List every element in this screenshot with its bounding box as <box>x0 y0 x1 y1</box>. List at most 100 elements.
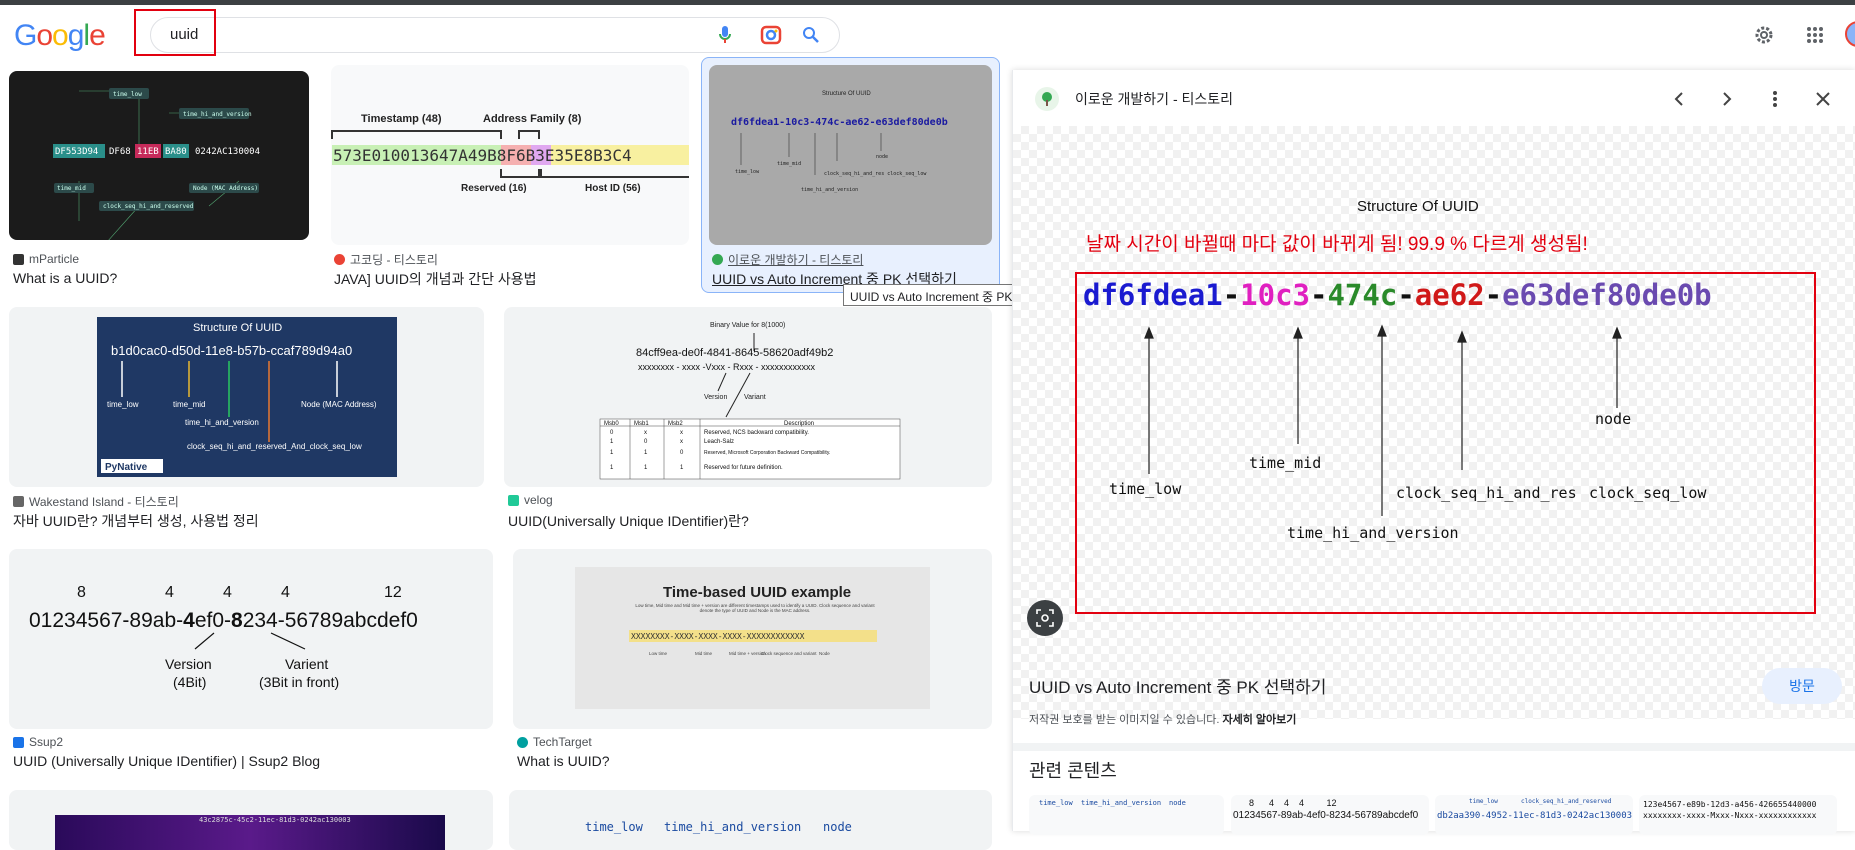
chevron-right-icon[interactable] <box>1715 87 1739 111</box>
related-heading: 관련 콘텐츠 <box>1029 761 1117 781</box>
label-clock-seq-low: clock_seq_low <box>1589 484 1707 502</box>
google-logo[interactable]: Google <box>14 19 106 53</box>
result-source-1[interactable]: mParticle <box>13 252 79 266</box>
result-source-3-text: 이로운 개발하기 - 티스토리 <box>728 253 864 267</box>
visit-button[interactable]: 방문 <box>1762 668 1842 704</box>
rel1-label-1: time_low <box>1039 799 1073 807</box>
result-thumb-6[interactable]: 8 4 4 4 12 01234567-89ab-4ef0-8234-56789… <box>9 549 493 729</box>
r6-uuid-d: 8 <box>231 609 243 632</box>
related-thumb-2[interactable]: 8 4 4 4 12 01234567-89ab-4ef0-8234-56789… <box>1231 795 1429 835</box>
result-title-4[interactable]: 자바 UUID란? 개념부터 생성, 사용법 정리 <box>13 511 259 531</box>
r6-uuid-c: ef0- <box>195 609 231 632</box>
lens-search-icon[interactable] <box>1027 600 1063 636</box>
r6-num-3: 4 <box>223 584 232 601</box>
learn-more-link[interactable]: 자세히 알아보기 <box>1222 714 1296 726</box>
wakestand-favicon <box>13 496 24 507</box>
result-source-6[interactable]: Ssup2 <box>13 735 63 749</box>
result-source-2-text: 고코딩 - 티스토리 <box>350 253 438 267</box>
result-thumb-2[interactable]: Timestamp (48) Address Family (8) 573E01… <box>331 65 689 245</box>
related-thumb-3[interactable]: time_low clock_seq_hi_and_reserved db2aa… <box>1435 795 1633 835</box>
tree-icon <box>1035 87 1059 111</box>
close-icon[interactable] <box>1811 87 1835 111</box>
r2-bottom-1: Reserved (16) <box>461 183 527 194</box>
preview-image[interactable]: Structure Of UUID 날짜 시간이 바뀔때 마다 값이 바뀌게 됨… <box>1013 126 1855 719</box>
result-source-7[interactable]: TechTarget <box>517 735 592 749</box>
result-thumb-8[interactable]: 43c2875c-45c2-11ec-81d3-0242ac130003 <box>9 790 493 850</box>
r6-label-3: Varient <box>285 656 328 672</box>
label-time-mid: time_mid <box>1249 454 1322 472</box>
result-source-7-text: TechTarget <box>533 735 592 749</box>
label-time-low: time_low <box>1109 480 1182 498</box>
r1-label-2: time_hi_and_version <box>183 111 252 118</box>
result-source-2[interactable]: 고코딩 - 티스토리 <box>334 251 438 268</box>
chevron-left-icon[interactable] <box>1667 87 1691 111</box>
r6-uuid-e: 234-56789abcdef0 <box>243 609 418 632</box>
result-thumb-9[interactable]: time_low time_hi_and_version node <box>509 790 992 850</box>
result-title-6[interactable]: UUID (Universally Unique IDentifier) | S… <box>13 753 320 769</box>
r4-image: Structure Of UUID b1d0cac0-d50d-11e8-b57… <box>97 317 397 477</box>
r6-label-1: Version <box>165 656 212 672</box>
result-source-5[interactable]: velog <box>508 493 553 507</box>
apps-icon[interactable] <box>1803 23 1827 47</box>
rel4-pattern: xxxxxxxx-xxxx-Mxxx-Nxxx-xxxxxxxxxxxx <box>1643 811 1817 820</box>
svg-text:time_low: time_low <box>735 169 760 175</box>
svg-text:time_mid: time_mid <box>777 161 801 167</box>
r5-pattern: xxxxxxxx - xxxx -Vxxx - Rxxx - xxxxxxxxx… <box>638 362 815 372</box>
rel4-uuid: 123e4567-e89b-12d3-a456-426655440000 <box>1643 800 1817 809</box>
r6-num-5: 12 <box>384 584 402 601</box>
r9-label-1: time_low <box>585 820 643 834</box>
r3-heading: Structure Of UUID <box>822 91 871 97</box>
r7-desc: Low time, Mid time and Mid time + versio… <box>635 603 875 613</box>
result-thumb-4[interactable]: Structure Of UUID b1d0cac0-d50d-11e8-b57… <box>9 307 484 487</box>
result-title-2[interactable]: JAVA] UUID의 개념과 간단 사용법 <box>334 269 537 289</box>
r6-num-2: 4 <box>165 584 174 601</box>
r5-th-3: Msb2 <box>668 421 683 427</box>
result-source-4[interactable]: Wakestand Island - 티스토리 <box>13 493 179 510</box>
panel-title[interactable]: UUID vs Auto Increment 중 PK 선택하기 <box>1029 673 1326 698</box>
r7-label-4: Clock sequence and variant <box>761 651 817 656</box>
r6-uuid: 01234567-89ab-4ef0-8234-56789abcdef0 <box>29 609 418 632</box>
result-thumb-1-diagram: DF553D94 DF68 11EB BA80 0242AC130004 tim… <box>53 88 260 240</box>
result-title-1[interactable]: What is a UUID? <box>13 270 117 286</box>
rel2-nums: 8 4 4 4 12 <box>1249 798 1337 808</box>
result-title-5[interactable]: UUID(Universally Unique IDentifier)란? <box>508 511 749 531</box>
result-thumb-5[interactable]: Binary Value for 8(1000) 84cff9ea-de0f-4… <box>504 307 992 487</box>
lens-icon[interactable] <box>759 23 783 47</box>
r6-uuid-b: 4 <box>183 609 195 632</box>
result-thumb-7[interactable]: Time-based UUID example Low time, Mid ti… <box>513 549 992 729</box>
rel3-label-1: time_low <box>1469 798 1498 805</box>
r1-label-3: time_mid <box>57 185 86 192</box>
mic-icon[interactable] <box>713 23 737 47</box>
related-thumb-1[interactable]: time_low time_hi_and_version node <box>1029 795 1224 835</box>
gocoding-favicon <box>334 254 345 265</box>
search-highlight-box <box>134 9 216 56</box>
r4-diagram: Structure Of UUID b1d0cac0-d50d-11e8-b57… <box>101 322 377 473</box>
avatar[interactable] <box>1845 21 1855 47</box>
r4-label-4: Node (MAC Address) <box>301 400 377 409</box>
r2-top-2: Address Family (8) <box>483 113 582 125</box>
search-icon[interactable] <box>799 23 823 47</box>
result-source-3[interactable]: 이로운 개발하기 - 티스토리 <box>712 251 863 268</box>
more-vert-icon[interactable] <box>1763 87 1787 111</box>
r5-cell: Reserved, NCS backward compatibility. <box>704 430 809 436</box>
r1-label-4: Node (MAC Address) <box>193 185 258 192</box>
r7-image: Time-based UUID example Low time, Mid ti… <box>575 567 930 709</box>
settings-icon[interactable] <box>1752 23 1776 47</box>
r5-cell: x <box>644 430 647 436</box>
r6-label-4: (3Bit in front) <box>259 674 339 690</box>
result-thumb-3[interactable]: Structure Of UUID df6fdea1-10c3-474c-ae6… <box>709 65 992 245</box>
result-thumb-1[interactable]: DF553D94 DF68 11EB BA80 0242AC130004 tim… <box>9 71 309 240</box>
r5-cell: Reserved, Microsoft Corporation Backward… <box>704 450 830 456</box>
panel-source[interactable]: 이로운 개발하기 - 티스토리 <box>1075 89 1233 109</box>
result-title-7[interactable]: What is UUID? <box>517 753 610 769</box>
r1-seg-3: 11EB <box>137 147 159 157</box>
r5-cell: Reserved for future definition. <box>704 465 783 471</box>
related-thumb-4[interactable]: 123e4567-e89b-12d3-a456-426655440000 xxx… <box>1639 795 1837 835</box>
result-source-1-text: mParticle <box>29 252 80 266</box>
r5-uuid: 84cff9ea-de0f-4841-8645-58620adf49b2 <box>636 347 833 359</box>
r5-th-4: Description <box>784 421 814 427</box>
mparticle-favicon <box>13 253 24 265</box>
r3-uuid: df6fdea1-10c3-474c-ae62-e63def80de0b <box>731 117 948 128</box>
r1-seg-5: 0242AC130004 <box>195 147 260 157</box>
r4-heading: Structure Of UUID <box>193 322 282 334</box>
